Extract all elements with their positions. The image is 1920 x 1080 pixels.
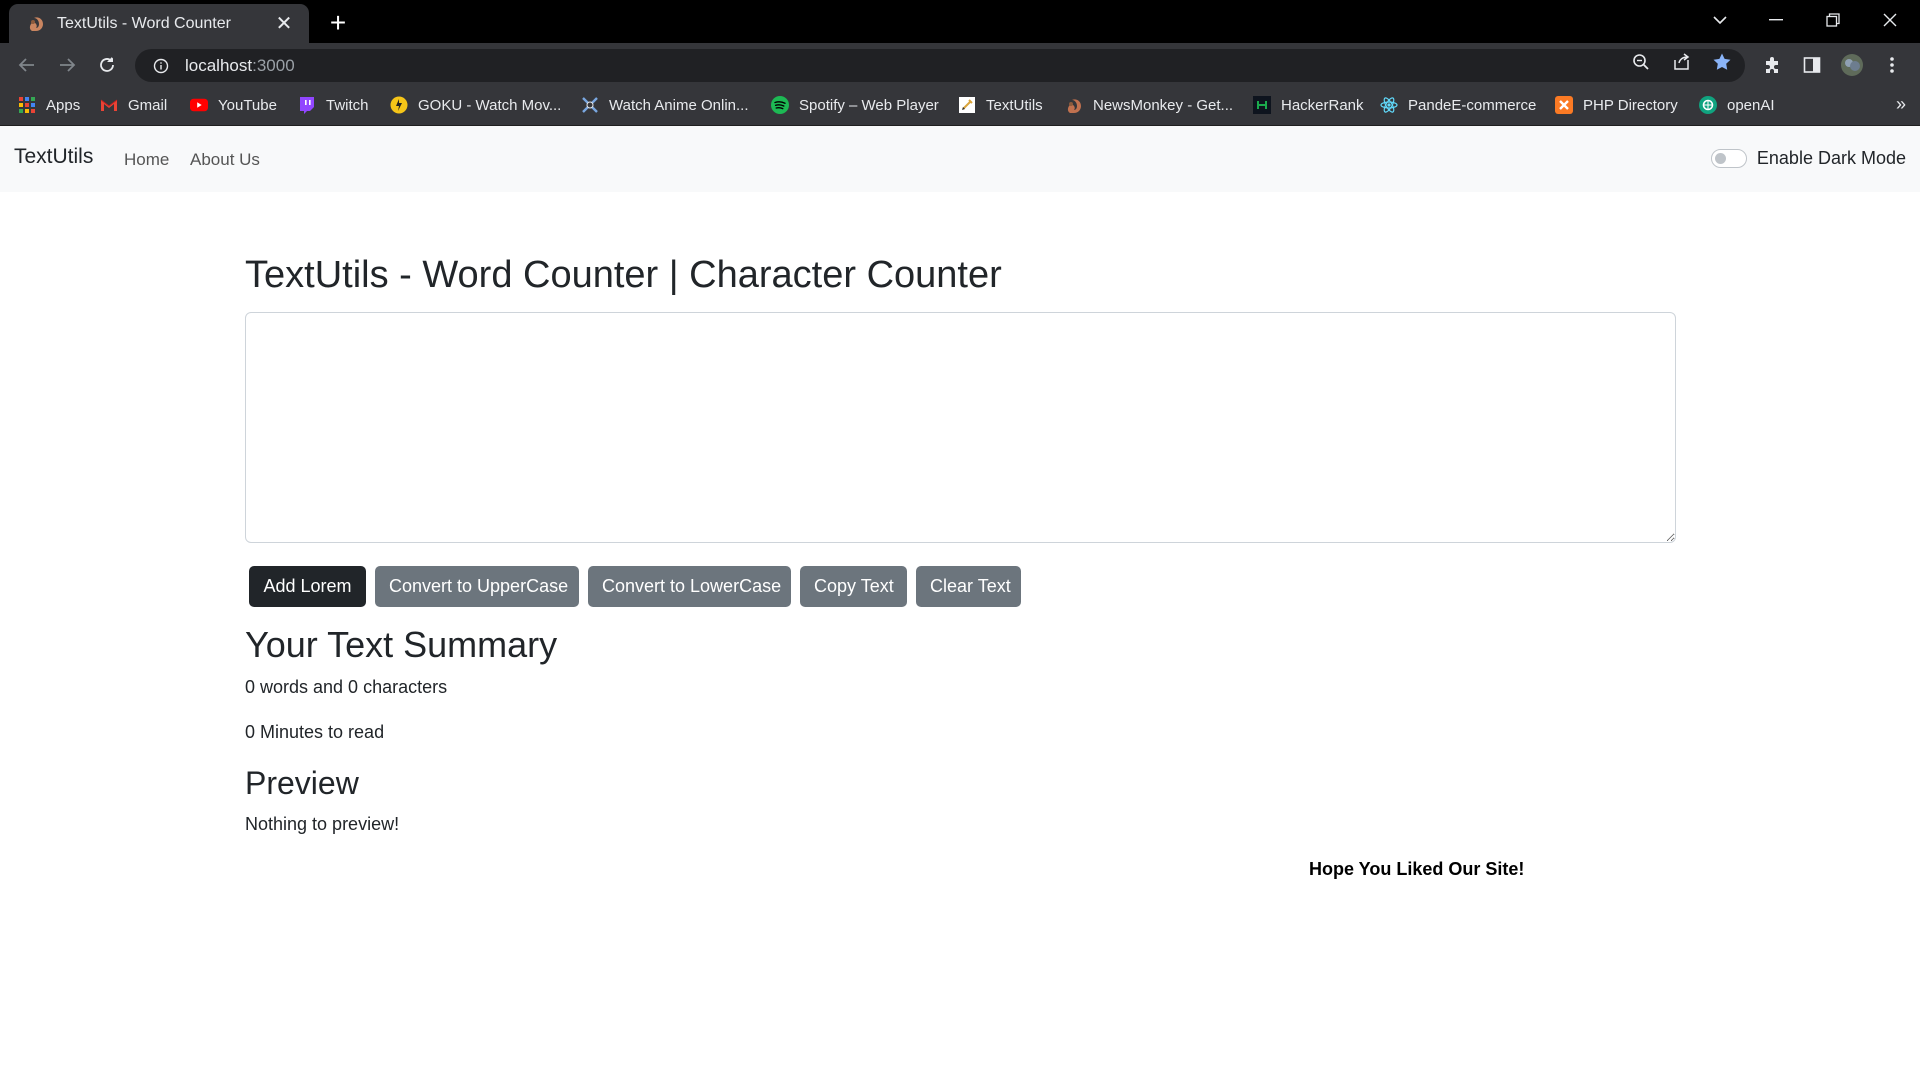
bookmark-openai[interactable]: openAI xyxy=(1699,86,1775,124)
site-info-icon[interactable] xyxy=(151,56,171,76)
gmail-icon xyxy=(100,96,118,114)
bookmark-twitch[interactable]: Twitch xyxy=(298,86,369,124)
share-icon[interactable] xyxy=(1670,50,1694,74)
bookmark-label: Apps xyxy=(46,96,81,114)
spotify-icon xyxy=(771,96,789,114)
url-port: :3000 xyxy=(252,55,295,75)
app-navbar: TextUtils Home About Us Enable Dark Mode xyxy=(0,126,1920,192)
bookmark-label: TextUtils xyxy=(986,96,1043,114)
bookmark-anime[interactable]: Watch Anime Onlin... xyxy=(581,86,749,124)
dark-mode-toggle[interactable] xyxy=(1710,149,1747,168)
footer-message: Hope You Liked Our Site! xyxy=(1309,859,1525,879)
bookmark-php-directory[interactable]: PHP Directory xyxy=(1555,86,1678,124)
bookmark-label: HackerRank xyxy=(1281,96,1364,114)
react-icon xyxy=(1380,96,1398,114)
bookmark-label: YouTube xyxy=(218,96,277,114)
copy-text-button[interactable]: Copy Text xyxy=(800,566,907,607)
convert-lowercase-button[interactable]: Convert to LowerCase xyxy=(588,566,791,607)
convert-uppercase-button[interactable]: Convert to UpperCase xyxy=(375,566,579,607)
tab-title: TextUtils - Word Counter xyxy=(57,14,231,32)
nav-link-home[interactable]: Home xyxy=(124,150,169,170)
squirrel-favicon-icon xyxy=(25,13,47,35)
extensions-puzzle-icon[interactable] xyxy=(1760,53,1784,77)
bookmark-label: PandeE-commerce xyxy=(1408,96,1537,114)
zoom-icon[interactable] xyxy=(1629,50,1653,74)
bookmark-label: Gmail xyxy=(128,96,168,114)
restore-icon[interactable] xyxy=(1805,0,1861,40)
summary-heading: Your Text Summary xyxy=(245,624,558,665)
apps-grid-icon xyxy=(18,96,36,114)
bookmark-label: GOKU - Watch Mov... xyxy=(418,96,562,114)
bookmark-label: Spotify – Web Player xyxy=(799,96,939,114)
toggle-knob xyxy=(1714,153,1726,164)
twitch-icon xyxy=(298,96,316,114)
more-menu-icon[interactable] xyxy=(1880,53,1904,77)
bookmarks-bar: Apps Gmail YouTube Twitch GOKU - Watch M… xyxy=(0,86,1920,126)
anime-icon xyxy=(581,96,599,114)
address-bar-row: localhost:3000 xyxy=(0,43,1920,86)
bookmark-label: Twitch xyxy=(326,96,369,114)
nav-link-about-us[interactable]: About Us xyxy=(190,150,260,170)
bookmark-label: NewsMonkey - Get... xyxy=(1093,96,1234,114)
textutils-icon xyxy=(958,96,976,114)
reload-icon[interactable] xyxy=(91,49,123,81)
back-arrow-icon[interactable] xyxy=(11,49,43,81)
page-title: TextUtils - Word Counter | Character Cou… xyxy=(245,254,1002,296)
dark-mode-switch-group: Enable Dark Mode xyxy=(1710,148,1906,169)
url-host: localhost xyxy=(185,55,253,75)
navbar-brand[interactable]: TextUtils xyxy=(14,145,93,169)
xampp-icon xyxy=(1555,96,1573,114)
bookmark-pande-ecommerce[interactable]: PandeE-commerce xyxy=(1380,86,1536,124)
side-panel-icon[interactable] xyxy=(1800,53,1824,77)
preview-text: Nothing to preview! xyxy=(245,814,400,834)
add-lorem-button[interactable]: Add Lorem xyxy=(249,566,366,607)
bookmark-apps[interactable]: Apps xyxy=(18,86,80,124)
bookmark-star-icon[interactable] xyxy=(1710,50,1734,74)
browser-tab[interactable]: TextUtils - Word Counter ✕ xyxy=(9,4,309,43)
new-tab-button[interactable]: + xyxy=(323,8,353,38)
word-character-count: 0 words and 0 characters xyxy=(245,677,448,697)
forward-arrow-icon[interactable] xyxy=(51,49,83,81)
bookmark-youtube[interactable]: YouTube xyxy=(190,86,277,124)
close-window-icon[interactable] xyxy=(1862,0,1918,40)
hackerrank-icon xyxy=(1253,96,1271,114)
bookmark-goku[interactable]: GOKU - Watch Mov... xyxy=(390,86,561,124)
tab-search-chevron-icon[interactable] xyxy=(1692,0,1748,40)
bookmarks-overflow-icon[interactable]: » xyxy=(1896,94,1906,115)
tab-strip: TextUtils - Word Counter ✕ + xyxy=(0,0,1920,43)
bookmark-hackerrank[interactable]: HackerRank xyxy=(1253,86,1364,124)
minimize-icon[interactable] xyxy=(1748,0,1804,40)
tab-close-icon[interactable]: ✕ xyxy=(273,14,295,34)
openai-icon xyxy=(1699,96,1717,114)
text-input-area[interactable] xyxy=(245,312,1676,543)
bookmark-newsmonkey[interactable]: NewsMonkey - Get... xyxy=(1065,86,1233,124)
goku-icon xyxy=(390,96,408,114)
bookmark-label: Watch Anime Onlin... xyxy=(609,96,749,114)
bookmark-gmail[interactable]: Gmail xyxy=(100,86,167,124)
bookmark-label: PHP Directory xyxy=(1583,96,1678,114)
reading-time: 0 Minutes to read xyxy=(245,722,385,742)
omnibox[interactable]: localhost:3000 xyxy=(135,49,1745,82)
preview-heading: Preview xyxy=(245,765,359,801)
dark-mode-label[interactable]: Enable Dark Mode xyxy=(1757,148,1906,169)
profile-avatar[interactable] xyxy=(1840,53,1864,77)
bookmark-spotify[interactable]: Spotify – Web Player xyxy=(771,86,939,124)
bookmark-textutils[interactable]: TextUtils xyxy=(958,86,1043,124)
youtube-icon xyxy=(190,96,208,114)
clear-text-button[interactable]: Clear Text xyxy=(916,566,1021,607)
bookmark-label: openAI xyxy=(1727,96,1775,114)
newsmonkey-icon xyxy=(1065,96,1083,114)
